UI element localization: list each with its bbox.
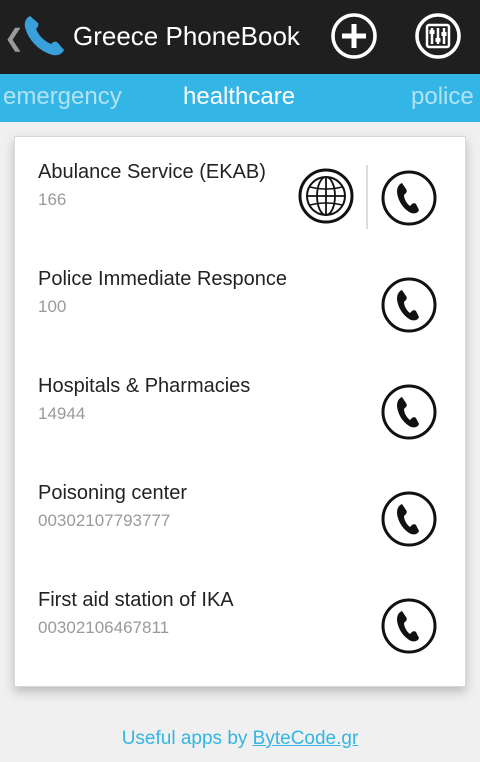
list-item[interactable]: Hospitals & Pharmacies 14944 — [15, 351, 465, 458]
contact-name: Hospitals & Pharmacies — [38, 375, 251, 397]
tab-emergency[interactable]: emergency — [3, 83, 122, 111]
divider — [366, 165, 368, 229]
add-button[interactable] — [330, 12, 378, 60]
contact-name: Abulance Service (EKAB) — [38, 161, 266, 183]
call-button[interactable] — [380, 490, 438, 548]
phone-icon — [381, 384, 437, 440]
phone-icon — [381, 598, 437, 654]
contact-number: 14944 — [38, 404, 86, 423]
contact-number: 00302107793777 — [38, 511, 171, 530]
contact-name: Poisoning center — [38, 482, 187, 504]
contact-name: First aid station of IKA — [38, 589, 234, 611]
contact-list: Abulance Service (EKAB) 166 Police Immed… — [14, 136, 466, 687]
list-item[interactable]: Police Immediate Responce 100 — [15, 244, 465, 351]
tab-healthcare[interactable]: healthcare — [183, 83, 295, 111]
website-button[interactable] — [297, 167, 355, 225]
phone-icon — [381, 170, 437, 226]
contact-number: 166 — [38, 190, 67, 209]
footer: Useful apps by ByteCode.gr — [0, 728, 480, 750]
footer-text: Useful apps by — [121, 728, 253, 749]
call-button[interactable] — [380, 276, 438, 334]
tab-police[interactable]: police — [411, 83, 474, 111]
call-button[interactable] — [380, 383, 438, 441]
phone-icon[interactable] — [20, 12, 68, 60]
settings-button[interactable] — [414, 12, 462, 60]
app-title: Greece PhoneBook — [73, 21, 300, 51]
sliders-icon — [415, 13, 461, 59]
call-button[interactable] — [380, 169, 438, 227]
call-button[interactable] — [380, 597, 438, 655]
phone-icon — [381, 277, 437, 333]
contact-name: Police Immediate Responce — [38, 268, 288, 290]
action-bar: ❮ Greece PhoneBook — [0, 0, 480, 74]
bytecode-link[interactable]: ByteCode.gr — [253, 728, 359, 749]
plus-circle-icon — [331, 13, 377, 59]
phone-icon — [381, 491, 437, 547]
contact-number: 100 — [38, 297, 67, 316]
list-item[interactable]: Abulance Service (EKAB) 166 — [15, 137, 465, 244]
contact-number: 00302106467811 — [38, 618, 170, 637]
list-item[interactable]: Poisoning center 00302107793777 — [15, 458, 465, 565]
category-tab-strip[interactable]: emergency healthcare police — [0, 74, 480, 122]
list-item[interactable]: First aid station of IKA 00302106467811 — [15, 565, 465, 672]
globe-icon — [298, 168, 354, 224]
